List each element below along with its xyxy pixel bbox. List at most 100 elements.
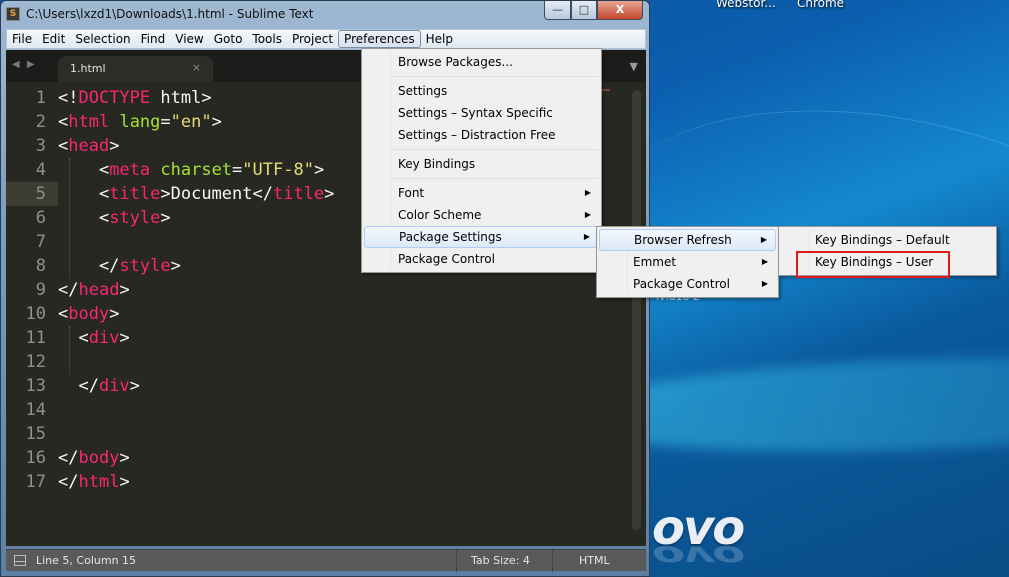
- line-number: 5: [6, 182, 58, 206]
- code-line[interactable]: 10 <body>: [6, 302, 631, 326]
- code-token: >: [119, 280, 130, 300]
- panel-toggle-icon[interactable]: [14, 555, 26, 566]
- code-token: >: [211, 112, 222, 132]
- line-number: 13: [25, 376, 46, 396]
- line-number: 8: [35, 256, 46, 276]
- line-number: 7: [35, 232, 46, 252]
- line-source: <title>Document</title>: [58, 184, 334, 204]
- menu-separator: [392, 76, 599, 77]
- code-token: >: [160, 208, 171, 228]
- package-settings-submenu: Browser Refresh ▶ Emmet ▶ Package Control ▶: [596, 226, 779, 298]
- code-line[interactable]: 9 </head>: [6, 278, 631, 302]
- line-number: 2: [35, 112, 46, 132]
- menu-help[interactable]: Help: [421, 30, 458, 48]
- pref-item-key-bindings[interactable]: Key Bindings: [364, 153, 599, 175]
- menu-file[interactable]: File: [7, 30, 37, 48]
- line-source: <html lang="en">: [58, 112, 222, 132]
- code-token: style: [109, 208, 161, 228]
- menu-item-label: Settings – Distraction Free: [398, 128, 556, 142]
- tab-nav-arrows-icon[interactable]: ◀ ▶: [12, 59, 37, 70]
- pref-item-browse-packages[interactable]: Browse Packages...: [364, 51, 599, 73]
- code-token: <!: [58, 88, 79, 108]
- menu-selection[interactable]: Selection: [70, 30, 135, 48]
- menu-find[interactable]: Find: [136, 30, 171, 48]
- syntax-selector[interactable]: HTML: [579, 554, 610, 567]
- line-source: <div>: [58, 328, 130, 348]
- menu-edit[interactable]: Edit: [37, 30, 70, 48]
- pref-item-settings-syntax-specific[interactable]: Settings – Syntax Specific: [364, 102, 599, 124]
- menu-view[interactable]: View: [170, 30, 208, 48]
- pref-item-settings[interactable]: Settings: [364, 80, 599, 102]
- menu-item-label: Browse Packages...: [398, 55, 513, 69]
- menu-tools[interactable]: Tools: [247, 30, 287, 48]
- pkg-item-package-control[interactable]: Package Control ▶: [599, 273, 776, 295]
- code-token: lang: [119, 112, 161, 132]
- code-token: >: [119, 328, 130, 348]
- desktop-icon-chrome[interactable]: Chrome: [797, 0, 844, 10]
- code-token: <: [58, 208, 110, 228]
- window-title: C:\Users\lxzd1\Downloads\1.html - Sublim…: [26, 7, 314, 21]
- code-token: div: [98, 376, 130, 396]
- code-token: >: [324, 184, 335, 204]
- code-line[interactable]: 13 </div>: [6, 374, 631, 398]
- menu-item-label: Emmet: [633, 255, 677, 269]
- code-token: DOCTYPE: [78, 88, 151, 108]
- line-source: </body>: [58, 448, 130, 468]
- pkg-item-emmet[interactable]: Emmet ▶: [599, 251, 776, 273]
- line-number: 6: [35, 208, 46, 228]
- menu-preferences[interactable]: Preferences: [338, 30, 421, 48]
- status-bar: Line 5, Column 15 Tab Size: 4 HTML: [6, 549, 646, 572]
- code-token: meta: [109, 160, 151, 180]
- status-divider: [552, 550, 553, 572]
- line-source: </head>: [58, 280, 130, 300]
- code-line[interactable]: 15: [6, 422, 631, 446]
- br-item-key-bindings-default[interactable]: Key Bindings – Default: [781, 229, 994, 251]
- tab-dropdown-icon[interactable]: ▼: [630, 60, 638, 73]
- pref-item-package-control[interactable]: Package Control: [364, 248, 599, 270]
- sublime-app-icon[interactable]: S: [6, 7, 20, 21]
- code-token: </: [58, 376, 99, 396]
- pkg-item-browser-refresh[interactable]: Browser Refresh ▶: [599, 229, 776, 251]
- code-line[interactable]: 17 </html>: [6, 470, 631, 494]
- code-token: title: [272, 184, 325, 204]
- pref-item-settings-distraction-free[interactable]: Settings – Distraction Free: [364, 124, 599, 146]
- pref-item-font[interactable]: Font ▶: [364, 182, 599, 204]
- menu-project[interactable]: Project: [287, 30, 338, 48]
- close-button[interactable]: X: [597, 1, 643, 20]
- menu-item-label: Key Bindings: [398, 157, 476, 171]
- line-source: <head>: [58, 136, 119, 156]
- code-token: >: [313, 160, 325, 180]
- vertical-scrollbar[interactable]: [632, 90, 641, 530]
- tab-size-selector[interactable]: Tab Size: 4: [471, 554, 530, 567]
- tab-1-html[interactable]: 1.html ×: [58, 56, 213, 82]
- annotation-highlight-box: [796, 251, 950, 278]
- menu-item-label: Browser Refresh: [634, 233, 732, 247]
- pref-item-color-scheme[interactable]: Color Scheme ▶: [364, 204, 599, 226]
- code-token: =: [232, 160, 243, 180]
- line-source: <style>: [58, 208, 171, 228]
- submenu-arrow-icon: ▶: [761, 279, 768, 288]
- tab-close-icon[interactable]: ×: [192, 61, 201, 74]
- minimap[interactable]: [602, 89, 610, 91]
- tab-label: 1.html: [70, 62, 106, 75]
- menu-item-label: Settings: [398, 84, 448, 98]
- menu-goto[interactable]: Goto: [209, 30, 248, 48]
- minimize-button[interactable]: —: [544, 1, 571, 20]
- code-token: >: [119, 472, 130, 492]
- line-source: </div>: [58, 376, 140, 396]
- code-token: <: [58, 112, 69, 132]
- code-line[interactable]: 14: [6, 398, 631, 422]
- line-number: 1: [35, 88, 46, 108]
- maximize-button[interactable]: □: [571, 1, 597, 20]
- title-bar[interactable]: S C:\Users\lxzd1\Downloads\1.html - Subl…: [1, 1, 649, 29]
- code-line[interactable]: 11 <div>: [6, 326, 631, 350]
- code-token: <: [58, 136, 69, 156]
- code-token: "en": [170, 112, 212, 132]
- code-token: >: [129, 376, 140, 396]
- code-line[interactable]: 16 </body>: [6, 446, 631, 470]
- code-line[interactable]: 12: [6, 350, 631, 374]
- code-token: title: [109, 184, 161, 204]
- code-token: html>: [150, 88, 212, 108]
- pref-item-package-settings[interactable]: Package Settings ▶: [364, 226, 599, 248]
- desktop-icon-webstorm[interactable]: Webstor...: [716, 0, 776, 10]
